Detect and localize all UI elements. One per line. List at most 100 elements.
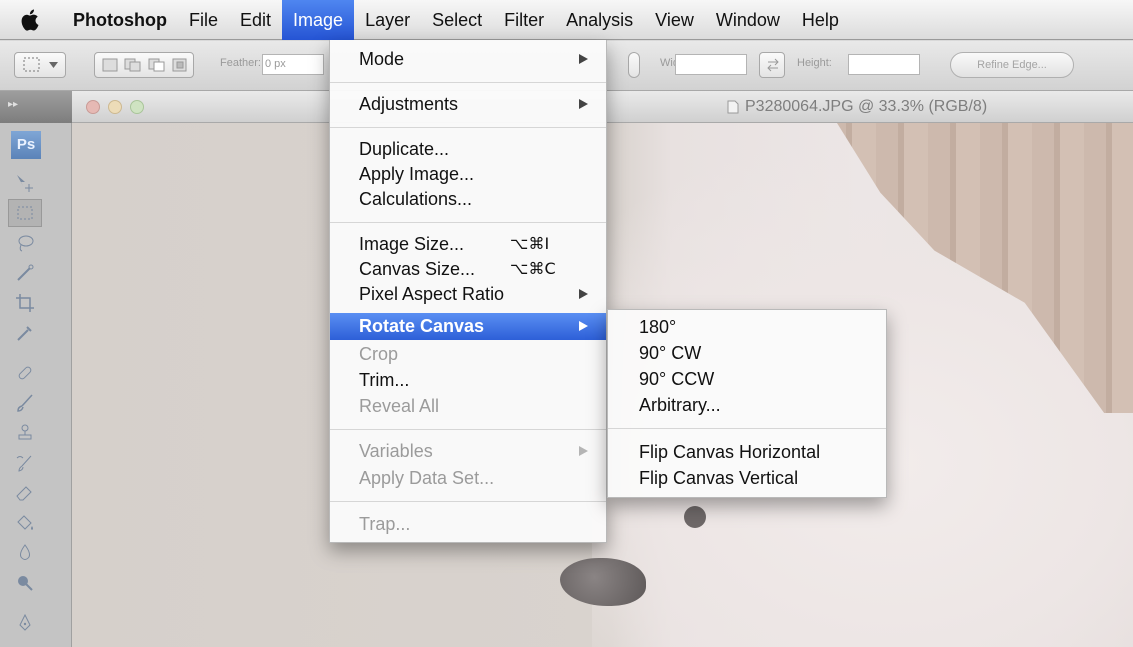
height-input[interactable] bbox=[848, 54, 920, 75]
selection-mode-buttons[interactable] bbox=[94, 52, 194, 78]
menu-filter[interactable]: Filter bbox=[493, 0, 555, 40]
submenu-arrow-icon bbox=[579, 314, 589, 341]
menu-item-label: Adjustments bbox=[359, 94, 459, 114]
image-pebble bbox=[684, 506, 706, 528]
tool-marquee[interactable] bbox=[8, 199, 42, 227]
menu-item-calculations[interactable]: Calculations... bbox=[330, 187, 606, 211]
tool-brush[interactable] bbox=[8, 389, 42, 417]
menu-item-label: Canvas Size... bbox=[359, 259, 476, 279]
menu-item-label: 90° CCW bbox=[639, 369, 715, 389]
menu-separator bbox=[608, 428, 886, 429]
width-input[interactable] bbox=[675, 54, 747, 75]
menu-item-trap[interactable]: Trap... bbox=[330, 512, 606, 536]
menu-item-label: Trim... bbox=[359, 370, 410, 390]
menu-item-label: Image Size... bbox=[359, 234, 465, 254]
menu-item-crop[interactable]: Crop bbox=[330, 342, 606, 366]
menu-item-image-size[interactable]: Image Size... ⌥⌘I bbox=[330, 232, 606, 256]
menu-item-label: Rotate Canvas bbox=[359, 316, 485, 336]
feather-input[interactable]: 0 px bbox=[262, 54, 324, 75]
menu-item-label: Flip Canvas Vertical bbox=[639, 468, 799, 488]
tool-quick-selection[interactable] bbox=[8, 259, 42, 287]
ps-logo: Ps bbox=[11, 131, 41, 159]
tool-lasso[interactable] bbox=[8, 229, 42, 257]
rect-marquee-icon bbox=[17, 206, 33, 220]
tool-eyedropper[interactable] bbox=[8, 319, 42, 347]
refine-edge-button[interactable]: Refine Edge... bbox=[950, 52, 1074, 78]
menu-separator bbox=[330, 82, 606, 83]
menu-item-flip-vertical[interactable]: Flip Canvas Vertical bbox=[608, 466, 886, 490]
menu-item-duplicate[interactable]: Duplicate... bbox=[330, 137, 606, 161]
menu-image[interactable]: Image bbox=[282, 0, 355, 40]
menu-item-canvas-size[interactable]: Canvas Size... ⌥⌘C bbox=[330, 257, 606, 281]
menu-item-label: Crop bbox=[359, 344, 399, 364]
tool-crop[interactable] bbox=[8, 289, 42, 317]
menu-item-apply-image[interactable]: Apply Image... bbox=[330, 162, 606, 186]
menu-item-label: Variables bbox=[359, 441, 433, 461]
tool-pen[interactable] bbox=[8, 609, 42, 637]
tool-history-brush[interactable] bbox=[8, 449, 42, 477]
menu-item-flip-horizontal[interactable]: Flip Canvas Horizontal bbox=[608, 440, 886, 464]
menu-bar: Photoshop File Edit Image Layer Select F… bbox=[0, 0, 1133, 40]
menu-separator bbox=[330, 429, 606, 430]
menu-separator bbox=[330, 127, 606, 128]
tool-move[interactable] bbox=[8, 169, 42, 197]
brush-icon bbox=[17, 394, 33, 412]
dodge-icon bbox=[18, 576, 33, 591]
tool-paint-bucket[interactable] bbox=[8, 509, 42, 537]
zoom-window-icon[interactable] bbox=[130, 100, 144, 114]
lasso-icon bbox=[18, 235, 34, 252]
swap-arrows-icon bbox=[767, 58, 779, 72]
menu-item-rotate-180[interactable]: 180° bbox=[608, 315, 886, 339]
menu-view[interactable]: View bbox=[644, 0, 705, 40]
menu-help[interactable]: Help bbox=[791, 0, 850, 40]
pen-icon bbox=[19, 613, 31, 631]
menu-item-pixel-aspect-ratio[interactable]: Pixel Aspect Ratio bbox=[330, 282, 606, 306]
menu-item-variables[interactable]: Variables bbox=[330, 439, 606, 463]
tool-healing[interactable] bbox=[8, 359, 42, 387]
menu-item-rotate-canvas[interactable]: Rotate Canvas bbox=[330, 313, 606, 340]
menu-item-rotate-arbitrary[interactable]: Arbitrary... bbox=[608, 393, 886, 417]
menu-file[interactable]: File bbox=[178, 0, 229, 40]
marquee-icon bbox=[23, 57, 40, 72]
tool-clone-stamp[interactable] bbox=[8, 419, 42, 447]
minimize-window-icon[interactable] bbox=[108, 100, 122, 114]
menu-item-rotate-90-cw[interactable]: 90° CW bbox=[608, 341, 886, 365]
menu-separator bbox=[330, 222, 606, 223]
image-menu-dropdown: Mode Adjustments Duplicate... Apply Imag… bbox=[329, 40, 607, 543]
menu-analysis[interactable]: Analysis bbox=[555, 0, 644, 40]
bandage-icon bbox=[18, 366, 32, 380]
menu-item-adjustments[interactable]: Adjustments bbox=[330, 92, 606, 116]
rotate-canvas-submenu: 180° 90° CW 90° CCW Arbitrary... Flip Ca… bbox=[607, 309, 887, 498]
menu-photoshop[interactable]: Photoshop bbox=[62, 0, 178, 40]
menu-edit[interactable]: Edit bbox=[229, 0, 282, 40]
menu-item-label: Arbitrary... bbox=[639, 395, 721, 415]
history-brush-icon bbox=[16, 455, 32, 472]
menu-item-trim[interactable]: Trim... bbox=[330, 368, 606, 392]
apple-menu-icon[interactable] bbox=[0, 8, 62, 32]
menu-item-reveal-all[interactable]: Reveal All bbox=[330, 394, 606, 418]
tool-blur[interactable] bbox=[8, 539, 42, 567]
menu-item-apply-data-set[interactable]: Apply Data Set... bbox=[330, 466, 606, 490]
swap-dimensions-button[interactable] bbox=[759, 52, 785, 78]
menu-separator bbox=[330, 501, 606, 502]
shortcut-label: ⌥⌘C bbox=[510, 259, 556, 278]
shortcut-label: ⌥⌘I bbox=[510, 234, 550, 253]
collapse-arrows-icon: ▸▸ bbox=[8, 99, 19, 110]
antialias-toggle[interactable] bbox=[628, 52, 640, 78]
menu-item-label: Apply Image... bbox=[359, 164, 475, 184]
tool-dodge[interactable] bbox=[8, 569, 42, 597]
close-window-icon[interactable] bbox=[86, 100, 100, 114]
eyedropper-icon bbox=[17, 326, 32, 341]
menu-select[interactable]: Select bbox=[421, 0, 493, 40]
menu-item-rotate-90-ccw[interactable]: 90° CCW bbox=[608, 367, 886, 391]
tool-preset-picker[interactable] bbox=[14, 52, 66, 78]
document-title: P3280064.JPG @ 33.3% (RGB/8) bbox=[727, 91, 987, 123]
menu-layer[interactable]: Layer bbox=[354, 0, 421, 40]
submenu-arrow-icon bbox=[579, 47, 589, 71]
tool-eraser[interactable] bbox=[8, 479, 42, 507]
document-title-text: P3280064.JPG @ 33.3% (RGB/8) bbox=[745, 98, 988, 115]
menu-item-mode[interactable]: Mode bbox=[330, 47, 606, 71]
menu-window[interactable]: Window bbox=[705, 0, 791, 40]
menu-item-label: Calculations... bbox=[359, 189, 473, 209]
tools-panel-header[interactable]: ▸▸ bbox=[0, 91, 72, 123]
